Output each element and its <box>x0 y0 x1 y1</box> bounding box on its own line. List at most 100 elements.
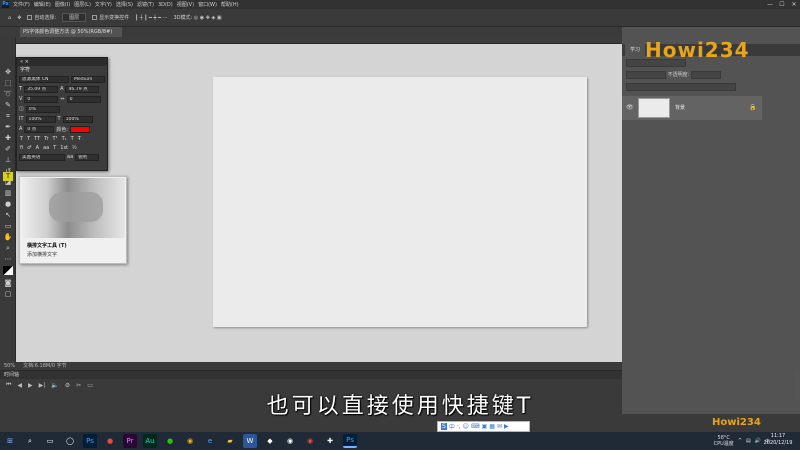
auto-select-checkbox[interactable]: 自动选择: <box>27 14 56 21</box>
ime-emoji-icon[interactable]: ☺ <box>463 423 469 430</box>
folder-icon[interactable]: ▰ <box>223 434 237 448</box>
show-transform-checkbox[interactable]: 显示变换控件 <box>92 14 129 21</box>
layer-select-dropdown[interactable]: 图层 <box>62 13 87 22</box>
search-app-icon[interactable]: ◯ <box>63 434 77 448</box>
tracking-field[interactable]: 0 <box>66 95 101 103</box>
gradient-tool-icon[interactable]: ▥ <box>3 189 13 198</box>
text-color-swatch[interactable] <box>70 125 91 133</box>
menu-image[interactable]: 图像(I) <box>55 1 70 8</box>
type-tool-icon[interactable]: T <box>3 172 13 181</box>
home-icon[interactable]: ⌂ <box>8 15 11 21</box>
windows-start-icon[interactable]: ⊞ <box>3 434 17 448</box>
app-red-icon[interactable]: ● <box>103 434 117 448</box>
app-icon-b[interactable]: ◉ <box>283 434 297 448</box>
minimize-icon[interactable]: — <box>764 0 776 9</box>
ime-s-icon[interactable]: S <box>441 423 447 430</box>
scale-field[interactable]: 0% <box>25 105 60 113</box>
vertical-scale-field[interactable]: 100% <box>25 115 56 123</box>
layer-name[interactable]: 背景 <box>675 104 685 111</box>
marquee-tool-icon[interactable]: ⬚ <box>3 79 13 88</box>
clock[interactable]: 11:17 2020/12/19 <box>758 433 798 447</box>
tray-icon-up[interactable]: ^ <box>738 438 742 444</box>
menu-file[interactable]: 文件(F) <box>13 1 30 8</box>
menu-type[interactable]: 文字(Y) <box>95 1 112 8</box>
rectangle-tool-icon[interactable]: ▭ <box>3 222 13 231</box>
ime-skin-icon[interactable]: ▣ <box>482 423 488 430</box>
ordinal-icon[interactable]: 1st <box>60 145 68 151</box>
fraction-icon[interactable]: ½ <box>72 145 77 151</box>
chrome-icon[interactable]: ◉ <box>183 434 197 448</box>
healing-tool-icon[interactable]: ✚ <box>3 134 13 143</box>
font-style-select[interactable]: Medium <box>71 75 105 83</box>
swash-icon[interactable]: A <box>36 145 39 151</box>
menu-window[interactable]: 窗口(W) <box>198 1 217 8</box>
ligature-icon[interactable]: fi <box>20 145 23 151</box>
menu-filter[interactable]: 滤镜(T) <box>137 1 154 8</box>
superscript-button[interactable]: T¹ <box>53 136 58 142</box>
quick-mask-icon[interactable]: ◙ <box>3 279 13 288</box>
eye-icon[interactable]: 👁 <box>626 104 634 111</box>
photoshop-active-icon[interactable]: Ps <box>343 434 357 448</box>
3d-mode-icons[interactable]: 3D模式: ◎ ◉ ✥ ◈ ▣ <box>173 14 221 21</box>
font-family-select[interactable]: 思源黑体 CN <box>19 75 69 83</box>
character-panel-tab[interactable]: 字符 <box>17 66 107 74</box>
color-swatch-icon[interactable] <box>3 266 13 275</box>
all-caps-button[interactable]: TT <box>34 136 40 142</box>
premiere-icon[interactable]: Pr <box>123 434 137 448</box>
app-icon-d[interactable]: ✚ <box>323 434 337 448</box>
quick-select-tool-icon[interactable]: ✎ <box>3 101 13 110</box>
menu-select[interactable]: 选择(S) <box>116 1 133 8</box>
faux-bold-button[interactable]: T <box>20 136 23 142</box>
horizontal-scale-field[interactable]: 100% <box>62 115 93 123</box>
titling-icon[interactable]: T <box>53 145 56 151</box>
panel-tab-learn[interactable]: 学习 <box>625 44 646 56</box>
task-view-icon[interactable]: ▭ <box>43 434 57 448</box>
maximize-icon[interactable]: ☐ <box>776 0 788 9</box>
blend-mode-select[interactable] <box>626 70 666 79</box>
document-tab[interactable]: PS字体颜色调整方法 @ 50%(RGB/8#) <box>20 27 122 37</box>
move-tool-icon[interactable]: ✥ <box>3 68 13 77</box>
crop-tool-icon[interactable]: ⌗ <box>3 112 13 121</box>
menu-view[interactable]: 视图(V) <box>177 1 194 8</box>
photoshop-logo-icon[interactable]: Ps <box>2 1 9 8</box>
close-icon[interactable]: ✕ <box>788 0 800 9</box>
photoshop-taskbar-icon[interactable]: Ps <box>83 434 97 448</box>
font-size-field[interactable]: 35.09 点 <box>24 85 59 93</box>
faux-italic-button[interactable]: T <box>27 136 30 142</box>
ime-toolbox-icon[interactable]: ▦ <box>489 423 495 430</box>
lasso-tool-icon[interactable]: ➰ <box>3 90 13 99</box>
language-select[interactable]: 美国英语 <box>19 153 65 161</box>
menu-layer[interactable]: 图层(L) <box>74 1 91 8</box>
browser-icon[interactable]: e <box>203 434 217 448</box>
more-tools-icon[interactable]: ⋯ <box>3 255 13 264</box>
zoom-level[interactable]: 50% <box>4 363 15 369</box>
network-icon[interactable]: ▤ <box>746 438 751 444</box>
subscript-button[interactable]: T₁ <box>62 136 67 142</box>
hand-tool-icon[interactable]: ✋ <box>3 233 13 242</box>
menu-help[interactable]: 帮助(H) <box>221 1 239 8</box>
lock-options[interactable] <box>626 82 736 91</box>
kerning-field[interactable]: 0 <box>24 95 59 103</box>
word-icon[interactable]: W <box>243 434 257 448</box>
discretionary-icon[interactable]: ♂ <box>27 145 31 151</box>
move-tool-icon[interactable]: ✥ <box>17 15 21 21</box>
wechat-icon[interactable]: ● <box>163 434 177 448</box>
path-select-tool-icon[interactable]: ↖ <box>3 211 13 220</box>
search-icon[interactable]: ⌕ <box>23 434 37 448</box>
zoom-tool-icon[interactable]: ⌕ <box>3 244 13 253</box>
antialias-select[interactable]: 锐利 <box>75 153 100 161</box>
audition-icon[interactable]: Au <box>143 434 157 448</box>
stylistic-icon[interactable]: aa <box>43 145 49 151</box>
opacity-field[interactable] <box>690 70 721 79</box>
screen-mode-icon[interactable]: ▢ <box>3 290 13 299</box>
ime-mail-icon[interactable]: ✉ <box>497 423 502 430</box>
ime-keyboard-icon[interactable]: ⌨ <box>471 423 480 430</box>
dodge-tool-icon[interactable]: ● <box>3 200 13 209</box>
eyedropper-tool-icon[interactable]: ✒ <box>3 123 13 132</box>
app-icon-c[interactable]: ◉ <box>303 434 317 448</box>
menu-3d[interactable]: 3D(D) <box>158 2 173 8</box>
strikethrough-button[interactable]: Ŧ <box>78 136 81 142</box>
character-panel-titlebar[interactable]: « × <box>17 58 107 66</box>
leading-field[interactable]: 46.79 点 <box>65 85 100 93</box>
stamp-tool-icon[interactable]: ⊥ <box>3 156 13 165</box>
